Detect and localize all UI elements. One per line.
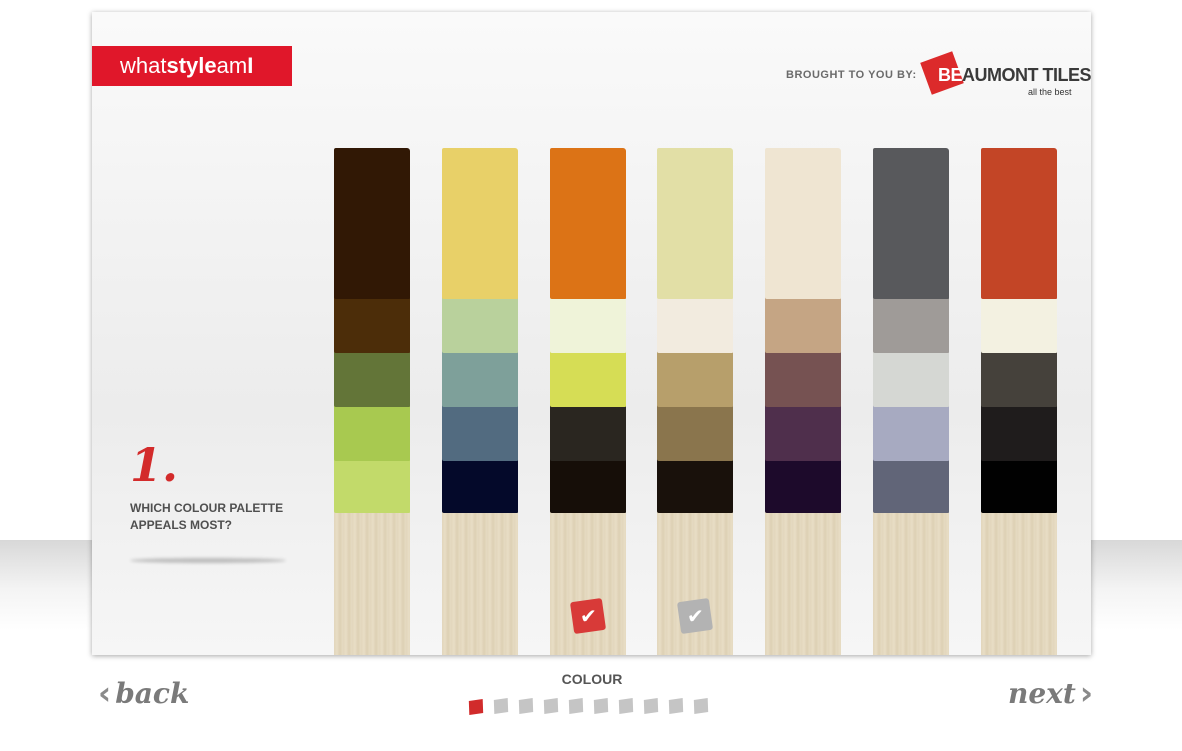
palette-option-6[interactable] [873, 148, 949, 655]
progress-step-9[interactable] [668, 697, 684, 715]
color-swatch [334, 293, 410, 353]
color-swatch [550, 293, 626, 353]
color-swatch [442, 347, 518, 407]
paint-stick [442, 510, 518, 655]
progress-step-3[interactable] [518, 697, 534, 715]
palette-options: ✔ ✔ [92, 12, 1091, 655]
paint-stick [981, 510, 1057, 655]
progress-indicator [468, 697, 719, 716]
hover-check-icon: ✔ [676, 597, 714, 635]
color-swatch [442, 293, 518, 353]
chevron-left-icon: ‹ [98, 674, 112, 712]
section-label: COLOUR [561, 671, 623, 687]
color-swatch [765, 347, 841, 407]
color-swatch [981, 148, 1057, 299]
paint-stick [873, 510, 949, 655]
color-swatch [442, 148, 518, 299]
paint-stick [657, 510, 733, 655]
color-swatch [873, 347, 949, 407]
color-swatch [442, 401, 518, 461]
color-swatch [765, 401, 841, 461]
color-swatch [334, 347, 410, 407]
color-swatch [334, 401, 410, 461]
paint-stick [765, 510, 841, 655]
progress-step-6[interactable] [593, 697, 609, 715]
color-swatch [981, 455, 1057, 513]
color-swatch [334, 455, 410, 513]
back-label: back [115, 676, 190, 710]
color-swatch [981, 347, 1057, 407]
color-swatch [981, 401, 1057, 461]
color-swatch [657, 293, 733, 353]
palette-option-1[interactable] [334, 148, 410, 655]
palette-option-4[interactable]: ✔ [657, 148, 733, 655]
progress-step-4[interactable] [543, 697, 559, 715]
color-swatch [873, 455, 949, 513]
progress-step-2[interactable] [493, 697, 509, 715]
selected-check-icon: ✔ [569, 597, 607, 635]
paint-stick [550, 510, 626, 655]
color-swatch [873, 293, 949, 353]
color-swatch [981, 293, 1057, 353]
palette-option-7[interactable] [981, 148, 1057, 655]
paint-stick [334, 510, 410, 655]
color-swatch [550, 148, 626, 299]
color-swatch [765, 148, 841, 299]
progress-step-10[interactable] [693, 697, 709, 715]
progress-step-7[interactable] [618, 697, 634, 715]
back-button[interactable]: ‹ back [98, 674, 189, 712]
palette-option-5[interactable] [765, 148, 841, 655]
progress-step-5[interactable] [568, 697, 584, 715]
color-swatch [334, 148, 410, 299]
color-swatch [765, 455, 841, 513]
color-swatch [873, 401, 949, 461]
progress-step-1[interactable] [468, 698, 484, 716]
palette-option-2[interactable] [442, 148, 518, 655]
color-swatch [873, 148, 949, 299]
chevron-right-icon: › [1079, 674, 1093, 712]
color-swatch [657, 401, 733, 461]
color-swatch [550, 401, 626, 461]
color-swatch [657, 148, 733, 299]
color-swatch [765, 293, 841, 353]
color-swatch [657, 347, 733, 407]
next-button[interactable]: next › [1008, 674, 1093, 712]
next-label: next [1008, 676, 1076, 710]
color-swatch [657, 455, 733, 513]
color-swatch [442, 455, 518, 513]
palette-option-3[interactable]: ✔ [550, 148, 626, 655]
quiz-panel: what style am I BROUGHT TO YOU BY: BEAUMONT… [92, 12, 1091, 655]
color-swatch [550, 347, 626, 407]
progress-step-8[interactable] [643, 697, 659, 715]
color-swatch [550, 455, 626, 513]
